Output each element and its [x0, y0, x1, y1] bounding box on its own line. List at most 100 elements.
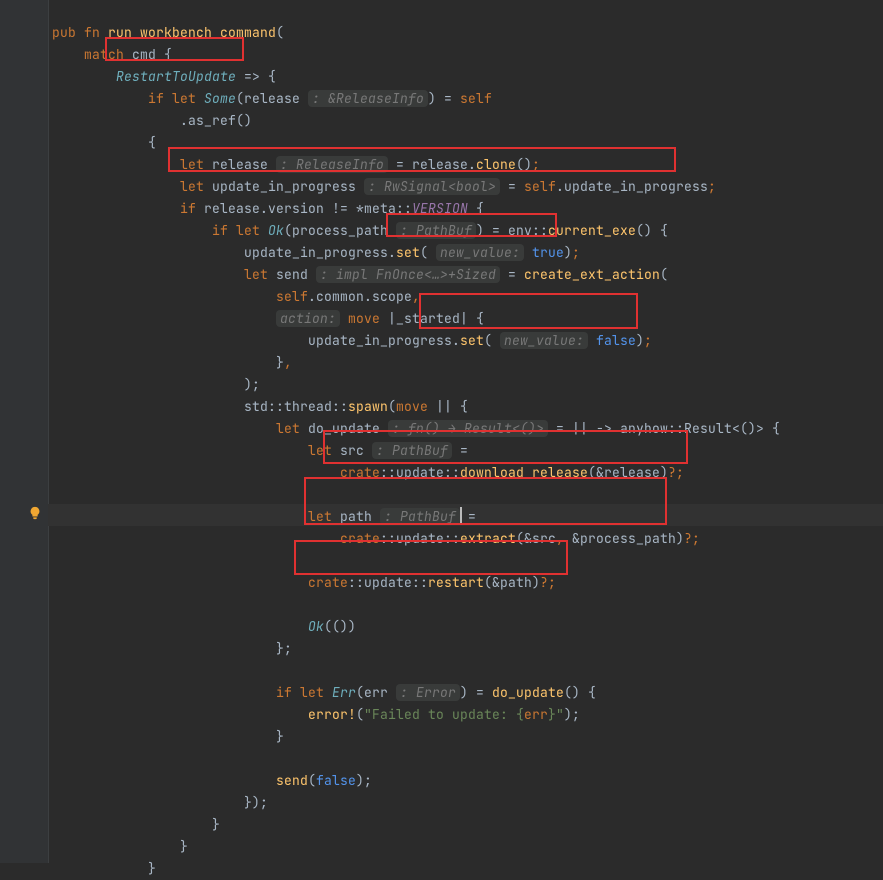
code-token: set — [460, 332, 484, 349]
inlay-hint: : &ReleaseInfo — [308, 90, 428, 107]
code-token: &process_path) — [564, 530, 684, 547]
code-token: ); — [244, 376, 260, 393]
code-token: } — [212, 816, 220, 833]
code-token: ; — [708, 178, 716, 195]
code-token: send — [276, 266, 308, 283]
code-token: ::update:: — [348, 574, 428, 591]
code-token: if let — [148, 90, 204, 107]
code-token: }; — [276, 640, 292, 657]
code-token: err — [524, 706, 548, 723]
code-token: ) = — [460, 684, 492, 701]
annotation-box — [386, 213, 557, 237]
code-token: release.version != *meta:: — [204, 200, 412, 217]
code-token: ) — [636, 332, 644, 349]
code-token: { — [148, 134, 156, 151]
code-token: false — [316, 772, 356, 789]
code-token: pub fn — [52, 24, 108, 41]
code-token: }" — [548, 706, 564, 723]
code-token: ); — [356, 772, 372, 789]
code-token: } — [180, 838, 188, 855]
code-token: move — [340, 310, 388, 327]
inlay-hint: new_value: — [436, 244, 524, 261]
code-token: ; — [548, 574, 556, 591]
code-token: () { — [636, 222, 668, 239]
code-token: = — [500, 178, 524, 195]
code-token: ( — [660, 266, 668, 283]
code-token: update_in_progress. — [308, 332, 460, 349]
code-token: if let — [212, 222, 268, 239]
code-token: (release — [236, 90, 300, 107]
annotation-box — [304, 477, 667, 525]
code-token: ( — [388, 398, 396, 415]
code-token: RestartToUpdate — [116, 68, 236, 85]
code-token: self — [524, 178, 556, 195]
code-token: self — [460, 90, 492, 107]
code-token: ) = — [428, 90, 460, 107]
code-token: if — [180, 200, 204, 217]
code-token: spawn — [348, 398, 388, 415]
annotation-box — [419, 293, 638, 329]
code-token: send — [276, 772, 308, 789]
code-token: ( — [420, 244, 428, 261]
inlay-hint: : Error — [396, 684, 460, 701]
code-token: let — [180, 178, 212, 195]
code-token: let — [276, 420, 308, 437]
code-token: Some — [204, 90, 236, 107]
code-token: (()) — [324, 618, 356, 635]
code-token: ( — [484, 332, 492, 349]
code-token: (&path) — [484, 574, 540, 591]
code-token: update_in_progress — [212, 178, 356, 195]
code-token: ? — [668, 464, 676, 481]
code-token: move — [396, 398, 436, 415]
code-token: (process_path — [284, 222, 388, 239]
code-token: ; — [676, 464, 684, 481]
code-token: .update_in_progress — [556, 178, 708, 195]
inlay-hint: new_value: — [500, 332, 588, 349]
code-token: crate — [308, 574, 348, 591]
code-token: || { — [436, 398, 468, 415]
code-token: ) — [564, 244, 572, 261]
code-token: } — [276, 728, 284, 745]
annotation-box — [105, 37, 244, 61]
editor-gutter — [0, 0, 49, 863]
code-token: ( — [308, 772, 316, 789]
code-token: ? — [540, 574, 548, 591]
code-token: create_ext_action — [524, 266, 660, 283]
annotation-box — [168, 147, 676, 172]
code-token: ( — [356, 706, 364, 723]
code-token: ? — [684, 530, 692, 547]
code-token: Err — [332, 684, 356, 701]
annotation-box — [323, 430, 688, 464]
code-token: Ok — [268, 222, 284, 239]
code-token: current_exe — [548, 222, 636, 239]
code-token: ; — [692, 530, 700, 547]
code-token: set — [396, 244, 420, 261]
code-token: self — [276, 288, 308, 305]
code-token: () { — [564, 684, 596, 701]
code-token: } — [276, 354, 284, 371]
code-token: true — [524, 244, 564, 261]
code-token: , — [284, 354, 292, 371]
code-token: .as_ref() — [180, 112, 252, 129]
code-token: ( — [276, 24, 284, 41]
code-token: (err — [356, 684, 388, 701]
code-token: restart — [428, 574, 484, 591]
annotation-box — [294, 540, 568, 575]
code-token: ; — [572, 244, 580, 261]
code-token: }); — [244, 794, 268, 811]
inlay-hint: action: — [276, 310, 340, 327]
code-token: error! — [308, 706, 356, 723]
inlay-hint: : RwSignal<bool> — [364, 178, 500, 195]
code-token: ; — [644, 332, 652, 349]
code-token: => { — [236, 68, 276, 85]
code-token: do_update — [492, 684, 564, 701]
lightbulb-icon[interactable] — [28, 506, 42, 520]
code-token: update_in_progress. — [244, 244, 396, 261]
inlay-hint: : impl FnOnce<…>+Sized — [316, 266, 500, 283]
code-token: .common.scope — [308, 288, 412, 305]
code-token: false — [588, 332, 636, 349]
code-token: std::thread:: — [244, 398, 348, 415]
code-token: let — [244, 266, 276, 283]
code-token: "Failed to update: { — [364, 706, 524, 723]
code-token: Ok — [308, 618, 324, 635]
